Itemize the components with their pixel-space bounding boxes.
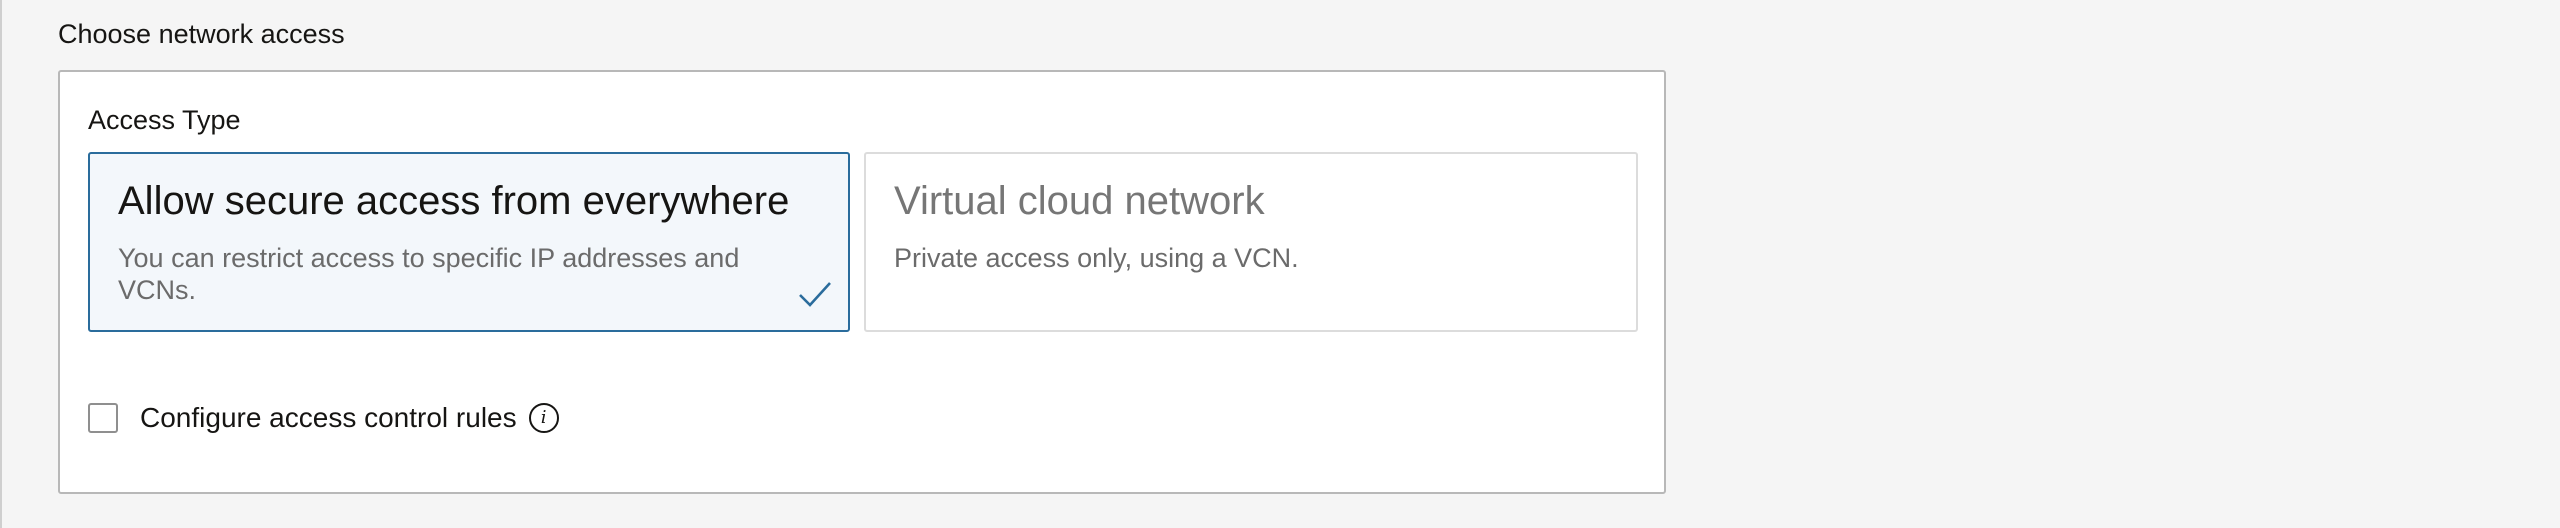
check-icon: [799, 282, 831, 307]
section-title: Choose network access: [58, 19, 345, 49]
option-title: Allow secure access from everywhere: [118, 179, 790, 223]
option-description: Private access only, using a VCN.: [894, 243, 1299, 273]
network-access-panel: Access Type Allow secure access from eve…: [58, 70, 1666, 494]
option-title: Virtual cloud network: [894, 179, 1265, 223]
left-border: [0, 0, 2, 528]
info-icon[interactable]: i: [528, 403, 559, 433]
option-description: You can restrict access to specific IP a…: [118, 243, 740, 305]
option-allow-everywhere[interactable]: Allow secure access from everywhere You …: [88, 152, 850, 332]
access-control-row: Configure access control rules i: [88, 398, 559, 438]
access-type-label: Access Type: [88, 105, 241, 135]
option-virtual-cloud-network[interactable]: Virtual cloud network Private access onl…: [864, 152, 1638, 332]
access-control-label[interactable]: Configure access control rules: [140, 400, 517, 436]
access-control-checkbox[interactable]: [88, 403, 118, 433]
